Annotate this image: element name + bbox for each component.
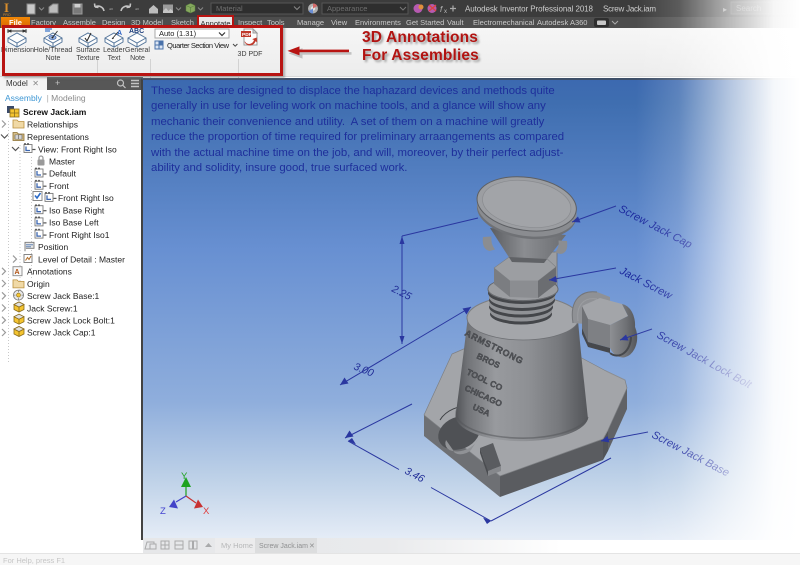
svg-text:Z: Z xyxy=(160,506,166,517)
svg-text:Screw Jack Cap: Screw Jack Cap xyxy=(617,203,694,251)
svg-text:Screw Jack Base: Screw Jack Base xyxy=(650,429,732,479)
svg-text:2.25: 2.25 xyxy=(389,283,414,303)
svg-text:3.46: 3.46 xyxy=(403,465,427,485)
svg-text:Jack Screw: Jack Screw xyxy=(617,265,675,303)
svg-text:3.00: 3.00 xyxy=(352,361,376,380)
svg-text:X: X xyxy=(203,506,210,517)
svg-text:Screw Jack Lock Bolt: Screw Jack Lock Bolt xyxy=(655,329,755,392)
svg-text:Y: Y xyxy=(181,471,188,482)
